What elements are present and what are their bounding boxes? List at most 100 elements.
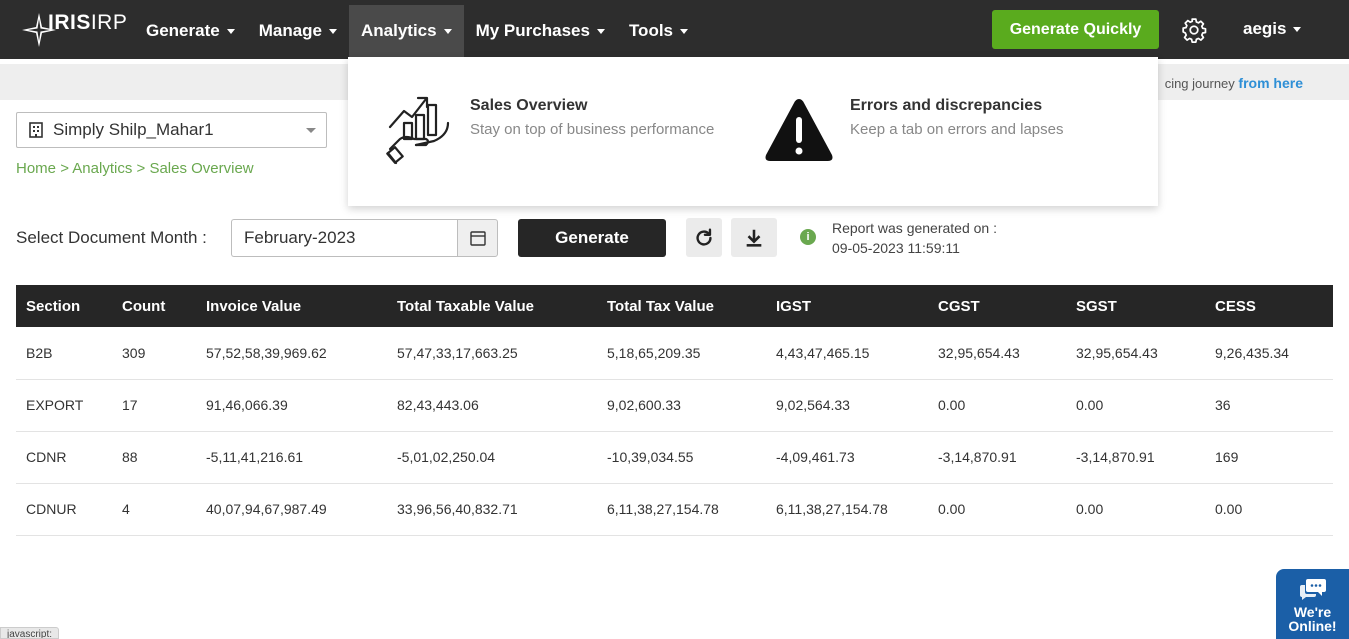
table-cell: 32,95,654.43 (928, 327, 1066, 380)
menu-item-title: Sales Overview (470, 97, 588, 114)
table-cell: 40,07,94,67,987.49 (196, 483, 387, 536)
menu-item-subtitle: Stay on top of business performance (470, 121, 715, 138)
column-header: CGST (928, 285, 1066, 327)
table-cell: 6,11,38,27,154.78 (597, 483, 766, 536)
warning-triangle-icon (765, 99, 833, 161)
chat-bubble-icon (1299, 579, 1326, 600)
table-cell: 17 (112, 379, 196, 432)
table-row: CDNUR 4 40,07,94,67,987.49 33,96,56,40,8… (16, 483, 1333, 536)
table-cell: CDNR (16, 431, 112, 484)
nav-generate[interactable]: Generate (134, 5, 247, 57)
table-cell: 9,02,600.33 (597, 379, 766, 432)
table-cell: 4,43,47,465.15 (766, 327, 928, 380)
breadcrumb-separator: > (136, 160, 146, 177)
chat-label: We're (1293, 604, 1332, 620)
table-cell: 9,02,564.33 (766, 379, 928, 432)
report-generated-info: Report was generated on : 09-05-2023 11:… (832, 218, 997, 258)
download-icon (746, 229, 762, 247)
table-cell: 91,46,066.39 (196, 379, 387, 432)
download-button[interactable] (731, 218, 777, 257)
table-cell: EXPORT (16, 379, 112, 432)
nav-tools[interactable]: Tools (617, 5, 700, 57)
nav-manage[interactable]: Manage (247, 5, 349, 57)
report-timestamp: 09-05-2023 11:59:11 (832, 240, 960, 256)
generate-button[interactable]: Generate (518, 219, 666, 257)
iris-logo[interactable]: IRISIRP (18, 9, 127, 51)
table-row: B2B 309 57,52,58,39,969.62 57,47,33,17,6… (16, 327, 1333, 380)
browser-status-bar: javascript: (0, 627, 60, 639)
growth-chart-hand-icon (386, 96, 450, 165)
table-cell: 169 (1205, 431, 1333, 484)
table-header-row: Section Count Invoice Value Total Taxabl… (16, 285, 1333, 327)
calendar-icon (469, 231, 486, 246)
table-cell: CDNUR (16, 483, 112, 536)
breadcrumb-separator: > (60, 160, 69, 177)
caret-down-icon (329, 28, 337, 34)
user-menu[interactable]: aegis (1243, 19, 1302, 39)
refresh-button[interactable] (686, 218, 722, 257)
table-cell: -5,11,41,216.61 (196, 431, 387, 484)
column-header: SGST (1066, 285, 1205, 327)
building-icon (29, 122, 43, 138)
table-cell: 0.00 (928, 483, 1066, 536)
generate-quickly-button[interactable]: Generate Quickly (992, 10, 1159, 49)
column-header: IGST (766, 285, 928, 327)
table-cell: 57,47,33,17,663.25 (387, 327, 597, 380)
table-cell: -10,39,034.55 (597, 431, 766, 484)
table-row: EXPORT 17 91,46,066.39 82,43,443.06 9,02… (16, 379, 1333, 432)
caret-down-icon (1293, 26, 1302, 32)
document-month-input[interactable] (231, 219, 458, 257)
table-cell: 6,11,38,27,154.78 (766, 483, 928, 536)
breadcrumb-home[interactable]: Home (16, 160, 56, 177)
caret-down-icon (226, 28, 235, 34)
table-row: CDNR 88 -5,11,41,216.61 -5,01,02,250.04 … (16, 431, 1333, 484)
organisation-select[interactable]: Simply Shilp_Mahar1 (16, 112, 327, 148)
analytics-dropdown: Sales Overview Stay on top of business p… (348, 57, 1158, 206)
column-header: Invoice Value (196, 285, 387, 327)
menu-item-errors-discrepancies[interactable]: Errors and discrepancies Keep a tab on e… (764, 93, 1063, 165)
table-cell: 36 (1205, 379, 1333, 432)
nav-my-purchases[interactable]: My Purchases (464, 5, 617, 57)
select-month-label: Select Document Month : (16, 228, 207, 247)
banner-link[interactable]: from here (1238, 75, 1303, 91)
breadcrumb: Home > Analytics > Sales Overview (16, 160, 254, 177)
top-navbar: IRISIRP Generate Manage Analytics My Pur… (0, 0, 1349, 59)
menu-item-sales-overview[interactable]: Sales Overview Stay on top of business p… (386, 93, 714, 165)
column-header: Total Tax Value (597, 285, 766, 327)
caret-down-icon (306, 128, 316, 133)
table-cell: -3,14,870.91 (1066, 431, 1205, 484)
calendar-button[interactable] (457, 219, 498, 257)
table-cell: B2B (16, 327, 112, 380)
table-cell: 9,26,435.34 (1205, 327, 1333, 380)
breadcrumb-analytics[interactable]: Analytics (72, 160, 132, 177)
table-cell: 0.00 (1066, 483, 1205, 536)
sales-overview-table: Section Count Invoice Value Total Taxabl… (16, 285, 1333, 536)
info-icon[interactable]: i (800, 229, 816, 245)
column-header: Section (16, 285, 112, 327)
table-cell: 5,18,65,209.35 (597, 327, 766, 380)
caret-down-icon (443, 28, 452, 34)
table-cell: 4 (112, 483, 196, 536)
caret-down-icon (596, 28, 605, 34)
gear-icon[interactable] (1181, 17, 1207, 43)
menu-item-title: Errors and discrepancies (850, 97, 1043, 114)
logo-text: IRISIRP (48, 11, 128, 34)
nav-analytics[interactable]: Analytics (349, 5, 464, 57)
table-cell: 0.00 (1066, 379, 1205, 432)
refresh-icon (696, 228, 712, 246)
table-cell: 0.00 (1205, 483, 1333, 536)
table-cell: 57,52,58,39,969.62 (196, 327, 387, 380)
table-cell: -5,01,02,250.04 (387, 431, 597, 484)
column-header: CESS (1205, 285, 1333, 327)
table-cell: -3,14,870.91 (928, 431, 1066, 484)
table-cell: -4,09,461.73 (766, 431, 928, 484)
chat-widget-button[interactable]: We're Online! (1276, 569, 1349, 639)
banner-text: cing journey from here (1164, 75, 1303, 91)
table-cell: 82,43,443.06 (387, 379, 597, 432)
table-cell: 33,96,56,40,832.71 (387, 483, 597, 536)
table-cell: 32,95,654.43 (1066, 327, 1205, 380)
organisation-name: Simply Shilp_Mahar1 (53, 120, 214, 139)
column-header: Count (112, 285, 196, 327)
chat-label: Online! (1288, 618, 1337, 634)
table-cell: 0.00 (928, 379, 1066, 432)
